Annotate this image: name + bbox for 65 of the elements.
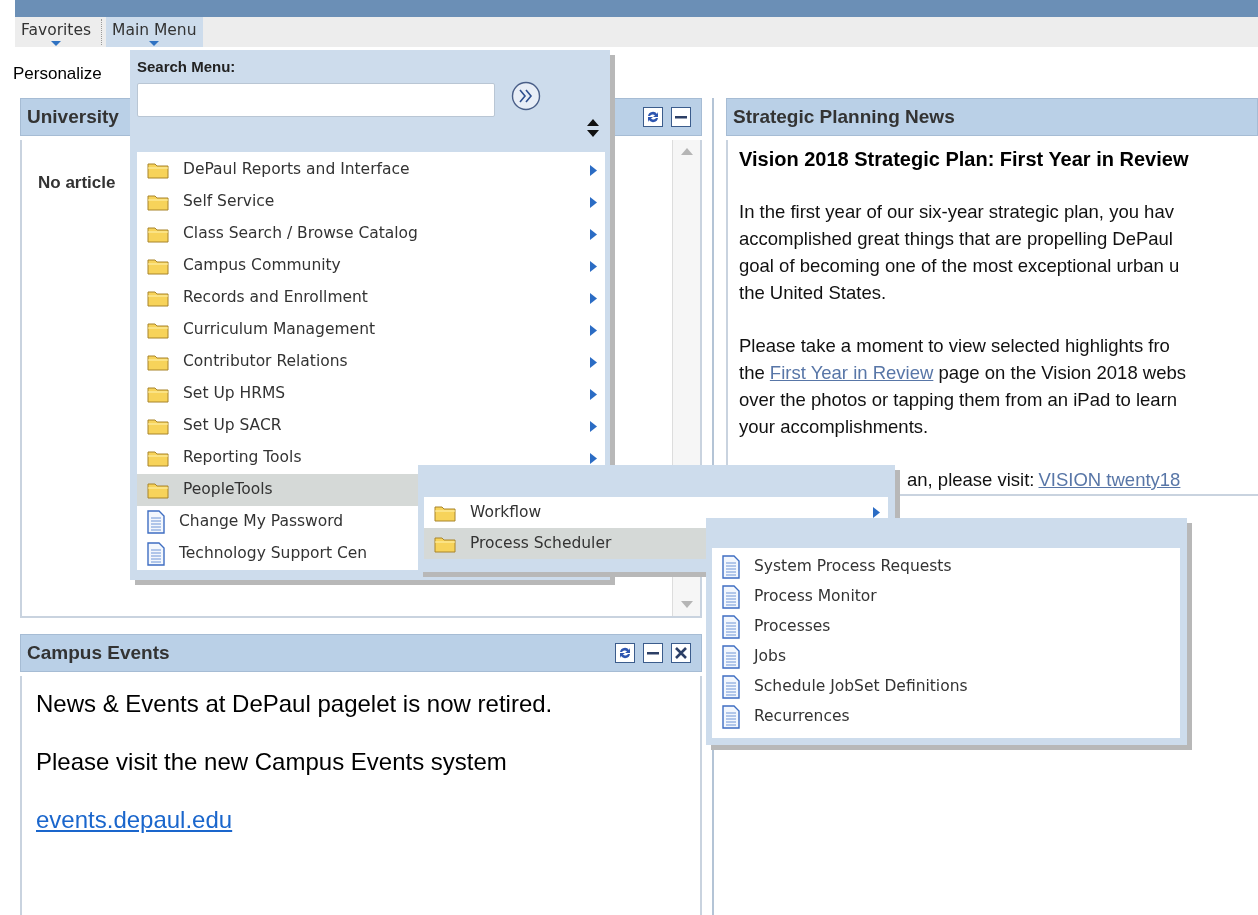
menu-item[interactable]: Contributor Relations xyxy=(137,346,605,378)
search-field[interactable] xyxy=(137,83,495,117)
document-icon xyxy=(722,555,740,579)
article-headline: Vision 2018 Strategic Plan: First Year in Review xyxy=(739,147,1190,172)
folder-icon xyxy=(147,257,169,275)
menu-item[interactable]: Jobs xyxy=(712,642,790,672)
menu-item[interactable]: Curriculum Management xyxy=(137,314,605,346)
sort-icon[interactable] xyxy=(587,119,599,137)
folder-icon xyxy=(147,417,169,435)
folder-icon xyxy=(147,481,169,499)
article-paragraph: In the first year of our six-year strategic plan, you hav accomplished great things that are propelling DePaul goal of becoming one of the most exceptional urban u the United States. xyxy=(739,200,1181,305)
refresh-icon[interactable] xyxy=(643,107,663,127)
menu-item[interactable]: Set Up HRMS xyxy=(137,378,605,410)
document-icon xyxy=(722,585,740,609)
document-icon xyxy=(722,645,740,669)
menu-item[interactable]: Schedule JobSet Definitions xyxy=(712,672,972,702)
document-icon xyxy=(722,615,740,639)
menu-item[interactable]: Process Monitor xyxy=(712,582,881,612)
menu-item[interactable]: DePaul Reports and Interface xyxy=(137,154,605,186)
menu-item[interactable]: Campus Community xyxy=(137,250,605,282)
minimize-icon[interactable] xyxy=(671,107,691,127)
folder-icon xyxy=(147,225,169,243)
menu-item[interactable]: Set Up SACR xyxy=(137,410,605,442)
folder-icon xyxy=(147,161,169,179)
personalize-link[interactable]: Personalize xyxy=(13,64,102,84)
pagelet-title: University xyxy=(27,104,119,129)
minimize-icon[interactable] xyxy=(643,643,663,663)
menu-item[interactable]: Processes xyxy=(712,612,835,642)
article-paragraph: Please take a moment to view selected highlights fro the First Year in Review page on the Vision 2018 webs over the photos or tapping them from an iPad to learn your accomplishments. xyxy=(739,334,1188,439)
caret-icon[interactable] xyxy=(50,41,62,46)
close-icon[interactable] xyxy=(671,643,691,663)
pagelet-title: Campus Events xyxy=(27,640,170,665)
folder-icon xyxy=(147,449,169,467)
folder-icon xyxy=(147,193,169,211)
folder-icon xyxy=(147,289,169,307)
pagelet-title: Strategic Planning News xyxy=(733,104,955,129)
menu-item[interactable]: Technology Support Cen xyxy=(137,538,372,570)
folder-icon xyxy=(434,503,456,522)
document-icon xyxy=(147,542,165,566)
refresh-icon[interactable] xyxy=(615,643,635,663)
body-text: News & Events at DePaul pagelet is now retired. xyxy=(36,690,554,718)
vision-link[interactable]: VISION twenty18 xyxy=(1038,466,1181,493)
folder-icon xyxy=(434,534,456,553)
menu-bar-item[interactable]: Favorites xyxy=(15,17,97,47)
folder-icon xyxy=(147,385,169,403)
menu-item[interactable]: Recurrences xyxy=(712,702,854,732)
menu-item[interactable]: Records and Enrollment xyxy=(137,282,605,314)
search-go-icon[interactable] xyxy=(511,81,541,111)
document-icon xyxy=(722,675,740,699)
menu-item[interactable]: Change My Password xyxy=(137,506,348,538)
folder-icon xyxy=(147,321,169,339)
search-label: Search Menu: xyxy=(137,57,237,77)
body-text: an, please visit: xyxy=(907,468,1035,492)
body-text: Please visit the new Campus Events system xyxy=(36,748,508,776)
document-icon xyxy=(147,510,165,534)
empty-message: No article xyxy=(38,172,116,194)
document-icon xyxy=(722,705,740,729)
review-link[interactable]: First Year in Review xyxy=(769,362,934,383)
menu-item[interactable]: Reporting Tools xyxy=(137,442,605,474)
menu-bar-item[interactable]: Main Menu xyxy=(106,17,203,47)
events-link[interactable]: events.depaul.edu xyxy=(36,806,233,833)
caret-icon[interactable] xyxy=(148,41,161,46)
folder-icon xyxy=(147,353,169,371)
menu-item[interactable]: Self Service xyxy=(137,186,605,218)
menu-item[interactable]: Class Search / Browse Catalog xyxy=(137,218,605,250)
